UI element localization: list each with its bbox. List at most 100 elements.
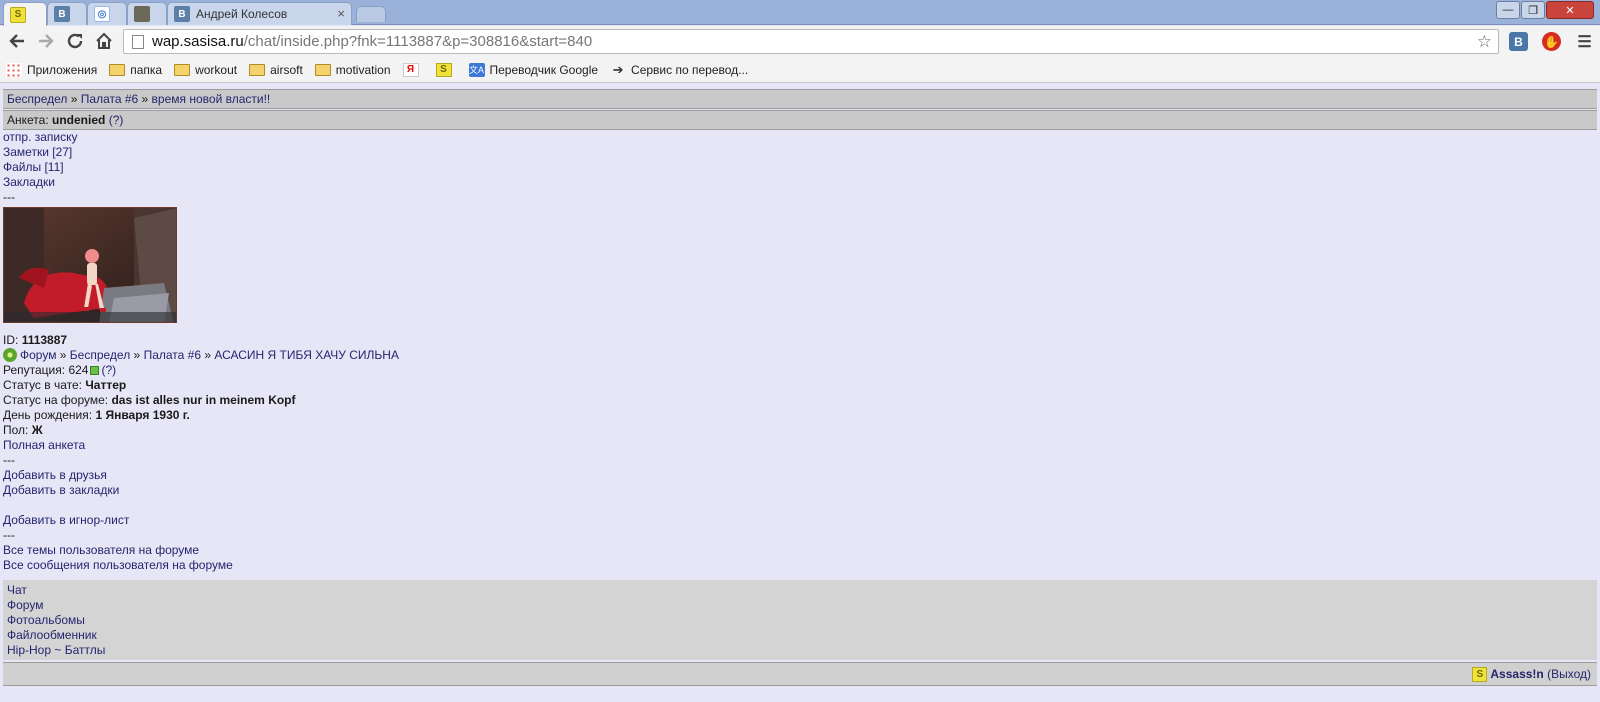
bookmark-folder-workout[interactable]: workout [174, 63, 237, 77]
menu-item-fileshare[interactable]: Файлообменник [7, 628, 1593, 643]
bookmark-folder-airsoft[interactable]: airsoft [249, 63, 303, 77]
bookmark-apps[interactable]: Приложения [6, 62, 97, 77]
breadcrumb-link-bespredel[interactable]: Беспредел [7, 92, 67, 106]
yandex-icon: Я [402, 62, 419, 77]
logout-link[interactable]: (Выход) [1547, 667, 1591, 681]
tab-vk-andrey[interactable]: В Андрей Колесов × [167, 2, 352, 25]
menu-item-chat[interactable]: Чат [7, 583, 1593, 598]
close-icon[interactable]: × [337, 6, 345, 21]
all-messages-link[interactable]: Все сообщения пользователя на форуме [3, 558, 233, 573]
apps-icon [6, 62, 22, 77]
add-friend-link[interactable]: Добавить в друзья [3, 468, 107, 483]
bookmark-sasisa[interactable]: S [435, 62, 457, 77]
address-bar[interactable]: wap.sasisa.ru/chat/inside.php?fnk=111388… [123, 29, 1499, 54]
separator: --- [3, 528, 15, 542]
birthday: День рождения: 1 Января 1930 г. [3, 408, 190, 422]
forum-path: Форум » Беспредел » Палата #6 » АСАСИН Я… [3, 348, 399, 363]
bookmark-folder-motivation[interactable]: motivation [314, 63, 391, 77]
reputation-help-link[interactable]: (?) [101, 363, 116, 377]
profile-header: Анкета: undenied (?) [3, 110, 1597, 130]
chat-status: Статус в чате: Чаттер [3, 378, 127, 392]
reload-icon [67, 33, 83, 49]
minimize-button[interactable]: — [1496, 1, 1520, 19]
breadcrumb-link-topic[interactable]: время новой власти!! [152, 92, 271, 106]
vk-extension-icon[interactable]: В [1509, 32, 1528, 51]
breadcrumb-link-palata[interactable]: Палата #6 [81, 92, 138, 106]
tab-sasisa[interactable]: S [3, 2, 47, 26]
site-menu: Чат Форум Фотоальбомы Файлообменник Hip-… [3, 580, 1597, 660]
chat-status-value: Чаттер [85, 378, 127, 392]
folder-icon [314, 63, 331, 76]
bookmark-star-icon[interactable]: ☆ [1477, 32, 1492, 52]
flower-icon [3, 348, 17, 362]
bookmarks-link[interactable]: Закладки [3, 175, 55, 190]
menu-icon[interactable]: ☰ [1575, 32, 1594, 51]
add-bookmark-link[interactable]: Добавить в закладки [3, 483, 119, 498]
user-id-value: 1113887 [21, 333, 68, 347]
arrow-left-icon [9, 34, 24, 48]
home-button[interactable] [92, 29, 116, 53]
page-icon [132, 34, 144, 49]
reputation: Репутация: 624 (?) [3, 363, 117, 377]
translate-icon: 文A [468, 62, 485, 77]
forum-link-palata[interactable]: Палата #6 [144, 348, 201, 362]
folder-icon [109, 63, 126, 76]
tab-globe[interactable]: ◎ [87, 2, 127, 25]
forum-status: Статус на форуме: das ist alles nur in m… [3, 393, 296, 407]
notes-link[interactable]: Заметки [27] [3, 145, 72, 160]
breadcrumb: Беспредел » Палата #6 » время новой влас… [3, 89, 1597, 109]
bookmark-yandex[interactable]: Я [402, 62, 424, 77]
current-user[interactable]: Assass!n [1490, 667, 1543, 681]
files-link[interactable]: Файлы [11] [3, 160, 64, 175]
birthday-value: 1 Января 1930 г. [95, 408, 190, 422]
forum-link-bespredel[interactable]: Беспредел [70, 348, 130, 362]
url-text[interactable]: wap.sasisa.ru/chat/inside.php?fnk=111388… [152, 33, 592, 50]
bookmark-translate-service[interactable]: ➔ Сервис по перевод... [610, 61, 749, 77]
folder-icon [174, 63, 191, 76]
profile-help-link[interactable]: (?) [109, 113, 124, 127]
close-window-button[interactable]: ✕ [1546, 1, 1594, 19]
menu-item-photoalbums[interactable]: Фотоальбомы [7, 613, 1593, 628]
avatar[interactable] [3, 207, 177, 323]
bookmarks-bar: Приложения папка workout airsoft motivat… [0, 57, 1600, 83]
profile-username: undenied [52, 113, 106, 127]
all-topics-link[interactable]: Все темы пользователя на форуме [3, 543, 199, 558]
tab-image[interactable] [127, 2, 167, 25]
bookmark-folder-papka[interactable]: папка [109, 63, 162, 77]
user-id: ID: 1113887 [3, 333, 68, 347]
menu-item-forum[interactable]: Форум [7, 598, 1593, 613]
sasisa-icon: S [1472, 666, 1488, 682]
add-ignore-link[interactable]: Добавить в игнор-лист [3, 513, 129, 528]
new-tab-button[interactable] [356, 6, 386, 22]
home-icon [96, 32, 112, 49]
browser-tab-bar: S В ◎ В Андрей Колесов × — ❐ ✕ [0, 0, 1600, 26]
footer-bar: S Assass!n (Выход) [3, 662, 1597, 686]
reputation-value: 624 [68, 363, 89, 377]
browser-toolbar: wap.sasisa.ru/chat/inside.php?fnk=111388… [0, 26, 1600, 57]
forward-button[interactable] [34, 29, 58, 53]
adblock-icon[interactable]: ✋ [1542, 32, 1561, 51]
forum-link-topic[interactable]: АСАСИН Я ТИБЯ ХАЧУ СИЛЬНА [214, 348, 399, 362]
arrow-icon: ➔ [612, 61, 624, 77]
image-icon [134, 6, 150, 22]
vk-icon: В [54, 6, 70, 22]
profile-label: Анкета: [7, 113, 49, 127]
sasisa-icon: S [10, 6, 26, 23]
arrow-right-icon [39, 34, 54, 48]
reload-button[interactable] [63, 29, 87, 53]
forum-link[interactable]: Форум [20, 348, 56, 362]
separator: --- [3, 453, 15, 467]
separator: --- [3, 190, 15, 204]
send-note-link[interactable]: отпр. записку [3, 130, 78, 145]
full-profile-link[interactable]: Полная анкета [3, 438, 85, 453]
gender: Пол: Ж [3, 423, 43, 437]
bookmark-google-translate[interactable]: 文A Переводчик Google [468, 62, 598, 77]
tab-vk-1[interactable]: В [47, 2, 87, 25]
gender-value: Ж [31, 423, 43, 437]
page-content: Беспредел » Палата #6 » время новой влас… [0, 84, 1600, 702]
maximize-button[interactable]: ❐ [1521, 1, 1545, 19]
globe-icon: ◎ [94, 6, 110, 22]
back-button[interactable] [5, 29, 29, 53]
menu-item-hiphop[interactable]: Hip-Hop ~ Баттлы [7, 643, 1593, 658]
reputation-icon[interactable] [90, 366, 100, 375]
